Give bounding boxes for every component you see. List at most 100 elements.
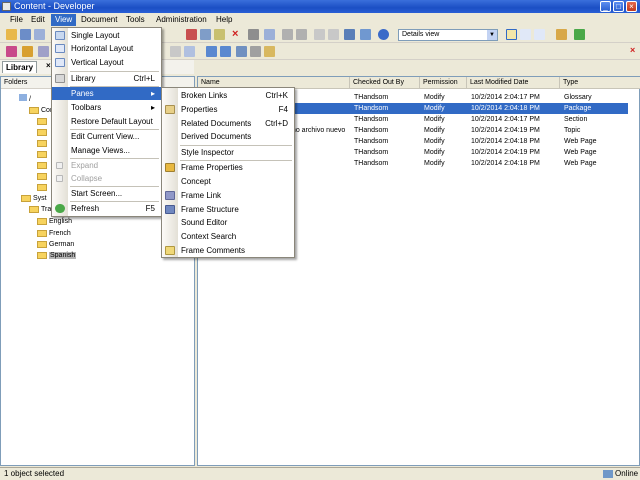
tree-node-french[interactable]: French: [37, 228, 71, 239]
delete-icon[interactable]: ×: [232, 29, 243, 40]
find-icon[interactable]: [344, 29, 355, 40]
column-type[interactable]: Type: [560, 77, 640, 89]
cell-date: 10/2/2014 2:04:19 PM: [471, 149, 540, 156]
cell-type: Package: [564, 105, 592, 112]
menu-item-concept[interactable]: Concept: [162, 175, 294, 188]
column-checked-out-by[interactable]: Checked Out By: [350, 77, 420, 89]
menu-view[interactable]: View: [51, 14, 77, 26]
tree-node[interactable]: [37, 182, 49, 193]
cut-icon[interactable]: [186, 29, 197, 40]
tree-node[interactable]: [37, 127, 49, 138]
layout-single-icon[interactable]: [506, 29, 517, 40]
maximize-button[interactable]: □: [613, 1, 624, 12]
menu-item-style-inspector[interactable]: Style Inspector: [162, 146, 294, 159]
menu-item-label: Style Inspector: [181, 148, 234, 157]
edit-icon[interactable]: [184, 46, 195, 57]
menu-administration[interactable]: Administration: [152, 14, 211, 26]
horizontal-layout-icon: [55, 44, 65, 53]
tree-node-english[interactable]: English: [37, 216, 72, 227]
tree-node-root[interactable]: /: [19, 94, 31, 105]
add-icon[interactable]: [328, 29, 339, 40]
menu-item-start-screen[interactable]: Start Screen...: [52, 187, 161, 200]
tree-node-german[interactable]: German: [37, 239, 74, 250]
query-icon[interactable]: [170, 46, 181, 57]
tab-library[interactable]: Library: [2, 61, 38, 73]
menu-item-library[interactable]: Library Ctrl+L: [52, 72, 161, 85]
publish-icon[interactable]: [236, 46, 247, 57]
tree-node[interactable]: [37, 171, 49, 182]
close-button[interactable]: ×: [626, 1, 637, 12]
checkin-icon[interactable]: [38, 46, 49, 57]
close-pane-icon[interactable]: ×: [630, 46, 638, 57]
menu-item-edit-current-view[interactable]: Edit Current View...: [52, 130, 161, 143]
menu-shortcut: F4: [278, 105, 288, 114]
cell-permission: Modify: [424, 160, 445, 167]
tree-node[interactable]: [37, 149, 49, 160]
save-icon[interactable]: [20, 29, 31, 40]
menu-shortcut: Ctrl+D: [265, 119, 288, 128]
sync-icon[interactable]: [574, 29, 585, 40]
menu-item-frame-link[interactable]: Frame Link: [162, 189, 294, 202]
upload-icon[interactable]: [206, 46, 217, 57]
checkout-icon[interactable]: [22, 46, 33, 57]
menu-item-vertical-layout[interactable]: Vertical Layout: [52, 56, 161, 69]
menu-item-frame-properties[interactable]: Frame Properties: [162, 161, 294, 174]
menu-edit[interactable]: Edit: [27, 14, 49, 26]
export-icon[interactable]: [220, 46, 231, 57]
menu-item-restore-layout[interactable]: Restore Default Layout: [52, 115, 161, 128]
menu-item-frame-structure[interactable]: Frame Structure: [162, 203, 294, 216]
paste-icon[interactable]: [214, 29, 225, 40]
new-document-icon[interactable]: [6, 46, 17, 57]
menu-item-refresh[interactable]: Refresh F5: [52, 202, 161, 215]
tree-node-spanish[interactable]: Spanish: [37, 250, 77, 261]
help-icon[interactable]: [378, 29, 389, 40]
menu-item-manage-views[interactable]: Manage Views...: [52, 144, 161, 157]
tree-node[interactable]: [37, 160, 49, 171]
menu-item-properties[interactable]: Properties F4: [162, 103, 294, 116]
print-icon[interactable]: [250, 46, 261, 57]
library-icon[interactable]: [556, 29, 567, 40]
menu-item-label: Concept: [181, 177, 211, 186]
archive-icon[interactable]: [264, 46, 275, 57]
properties-icon[interactable]: [248, 29, 259, 40]
menu-tools[interactable]: Tools: [122, 14, 149, 26]
column-permission[interactable]: Permission: [420, 77, 467, 89]
menu-item-horizontal-layout[interactable]: Horizontal Layout: [52, 42, 161, 55]
tree-node-syst[interactable]: Syst: [21, 193, 47, 204]
menu-item-toolbars[interactable]: Toolbars ▸: [52, 101, 161, 114]
copy-icon[interactable]: [200, 29, 211, 40]
menu-file[interactable]: File: [6, 14, 27, 26]
menu-item-broken-links[interactable]: Broken Links Ctrl+K: [162, 89, 294, 102]
app-icon: [2, 2, 11, 11]
tree-node[interactable]: [37, 138, 49, 149]
undo-icon[interactable]: [282, 29, 293, 40]
redo-icon[interactable]: [296, 29, 307, 40]
frame-structure-icon: [165, 205, 175, 214]
menu-item-frame-comments[interactable]: Frame Comments: [162, 244, 294, 257]
column-last-modified[interactable]: Last Modified Date: [467, 77, 560, 89]
layout-horizontal-icon[interactable]: [520, 29, 531, 40]
layout-vertical-icon[interactable]: [534, 29, 545, 40]
refresh-icon[interactable]: [360, 29, 371, 40]
menu-shortcut: Ctrl+K: [265, 91, 288, 100]
menu-item-related-documents[interactable]: Related Documents Ctrl+D: [162, 117, 294, 130]
menu-item-context-search[interactable]: Context Search: [162, 230, 294, 243]
menu-document[interactable]: Document: [77, 14, 121, 26]
menu-help[interactable]: Help: [212, 14, 236, 26]
save-all-icon[interactable]: [34, 29, 45, 40]
menu-item-label: Vertical Layout: [71, 58, 124, 67]
online-status: Online: [615, 469, 639, 478]
view-combo[interactable]: Details view ▼: [398, 29, 498, 41]
minimize-button[interactable]: _: [600, 1, 611, 12]
menu-item-sound-editor[interactable]: Sound Editor: [162, 216, 294, 229]
menu-item-single-layout[interactable]: Single Layout: [52, 29, 161, 42]
menu-item-panes[interactable]: Panes ▸: [52, 87, 161, 100]
chevron-down-icon[interactable]: ▼: [487, 30, 497, 40]
open-icon[interactable]: [6, 29, 17, 40]
close-library-icon[interactable]: ×: [46, 61, 51, 70]
folder-icon: [29, 106, 39, 114]
remove-icon[interactable]: [314, 29, 325, 40]
tree-node[interactable]: [37, 116, 49, 127]
menu-item-derived-documents[interactable]: Derived Documents: [162, 130, 294, 143]
preview-icon[interactable]: [264, 29, 275, 40]
